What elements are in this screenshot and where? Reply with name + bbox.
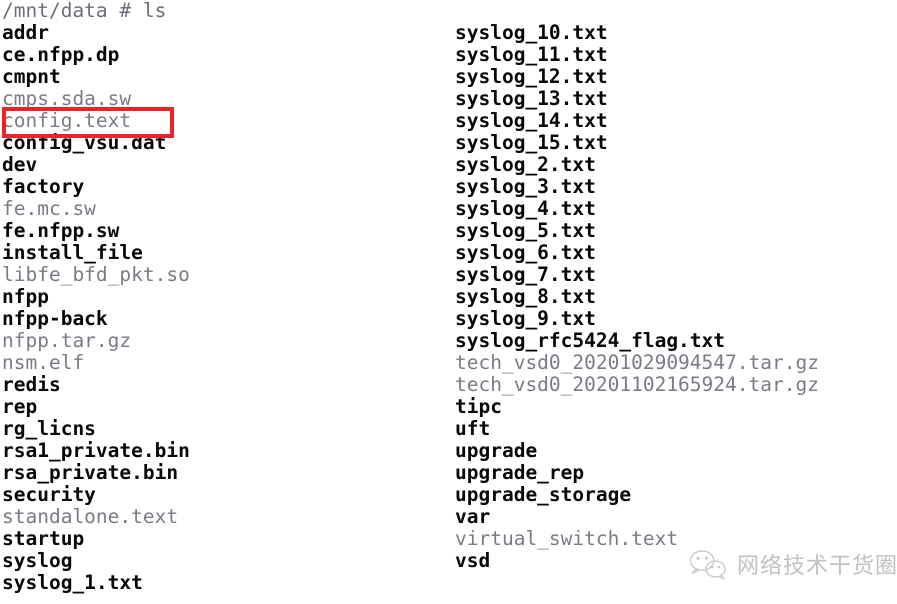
listing-entry: syslog_7.txt [455, 263, 596, 286]
listing-entry: config_vsu.dat [2, 131, 167, 154]
listing-entry: syslog_1.txt [2, 571, 143, 594]
listing-entry: ce.nfpp.dp [2, 43, 120, 66]
shell-prompt-line: /mnt/data # ls [2, 0, 167, 22]
watermark: 网络技术干货圈 [688, 548, 897, 580]
listing-entry: nfpp [2, 285, 49, 308]
listing-entry: addr [2, 21, 49, 44]
listing-entry: upgrade [455, 439, 538, 462]
listing-entry: redis [2, 373, 61, 396]
listing-entry: cmps.sda.sw [2, 87, 132, 110]
listing-entry: syslog_3.txt [455, 175, 596, 198]
listing-entry: syslog_11.txt [455, 43, 608, 66]
listing-entry: syslog_8.txt [455, 285, 596, 308]
listing-entry: tech_vsd0_20201102165924.tar.gz [455, 373, 819, 396]
listing-entry: syslog [2, 549, 73, 572]
watermark-text: 网络技术干货圈 [737, 554, 897, 579]
listing-entry: syslog_rfc5424_flag.txt [455, 329, 726, 352]
listing-column-right: syslog_10.txt syslog_11.txt syslog_12.txt s… [455, 0, 819, 572]
listing-entry: tech_vsd0_20201029094547.tar.gz [455, 351, 819, 374]
wechat-icon [689, 550, 726, 580]
listing-entry: install_file [2, 241, 143, 264]
listing-entry: syslog_13.txt [455, 87, 608, 110]
listing-entry: tipc [455, 395, 502, 418]
listing-entry: syslog_9.txt [455, 307, 596, 330]
listing-entry: dev [2, 153, 38, 176]
listing-entry: syslog_12.txt [455, 65, 608, 88]
terminal-screen: /mnt/data # ls addr ce.nfpp.dp cmpnt cmps.s… [0, 0, 897, 604]
listing-entry: nfpp-back [2, 307, 108, 330]
listing-entry: libfe_bfd_pkt.so [2, 263, 190, 286]
listing-entry: config.text [2, 109, 132, 132]
listing-entry: syslog_5.txt [455, 219, 596, 242]
listing-entry: rep [2, 395, 38, 418]
listing-entry: syslog_15.txt [455, 131, 608, 154]
listing-entry: security [2, 483, 96, 506]
listing-entry: var [455, 505, 491, 528]
listing-entry: startup [2, 527, 85, 550]
listing-entry: syslog_10.txt [455, 21, 608, 44]
listing-entry: factory [2, 175, 85, 198]
listing-column-left: /mnt/data # ls addr ce.nfpp.dp cmpnt cmps.s… [2, 0, 190, 594]
listing-entry: fe.mc.sw [2, 197, 96, 220]
listing-entry: uft [455, 417, 491, 440]
listing-entry: rg_licns [2, 417, 96, 440]
listing-entry: cmpnt [2, 65, 61, 88]
listing-entry: syslog_4.txt [455, 197, 596, 220]
listing-entry: upgrade_storage [455, 483, 632, 506]
listing-entry: syslog_6.txt [455, 241, 596, 264]
listing-entry: standalone.text [2, 505, 179, 528]
listing-entry: fe.nfpp.sw [2, 219, 120, 242]
listing-entry: nfpp.tar.gz [2, 329, 132, 352]
listing-entry: rsa_private.bin [2, 461, 179, 484]
listing-entry: rsa1_private.bin [2, 439, 190, 462]
listing-entry: syslog_14.txt [455, 109, 608, 132]
listing-entry: nsm.elf [2, 351, 85, 374]
listing-entry: syslog_2.txt [455, 153, 596, 176]
listing-entry: upgrade_rep [455, 461, 585, 484]
listing-entry: virtual_switch.text [455, 527, 679, 550]
